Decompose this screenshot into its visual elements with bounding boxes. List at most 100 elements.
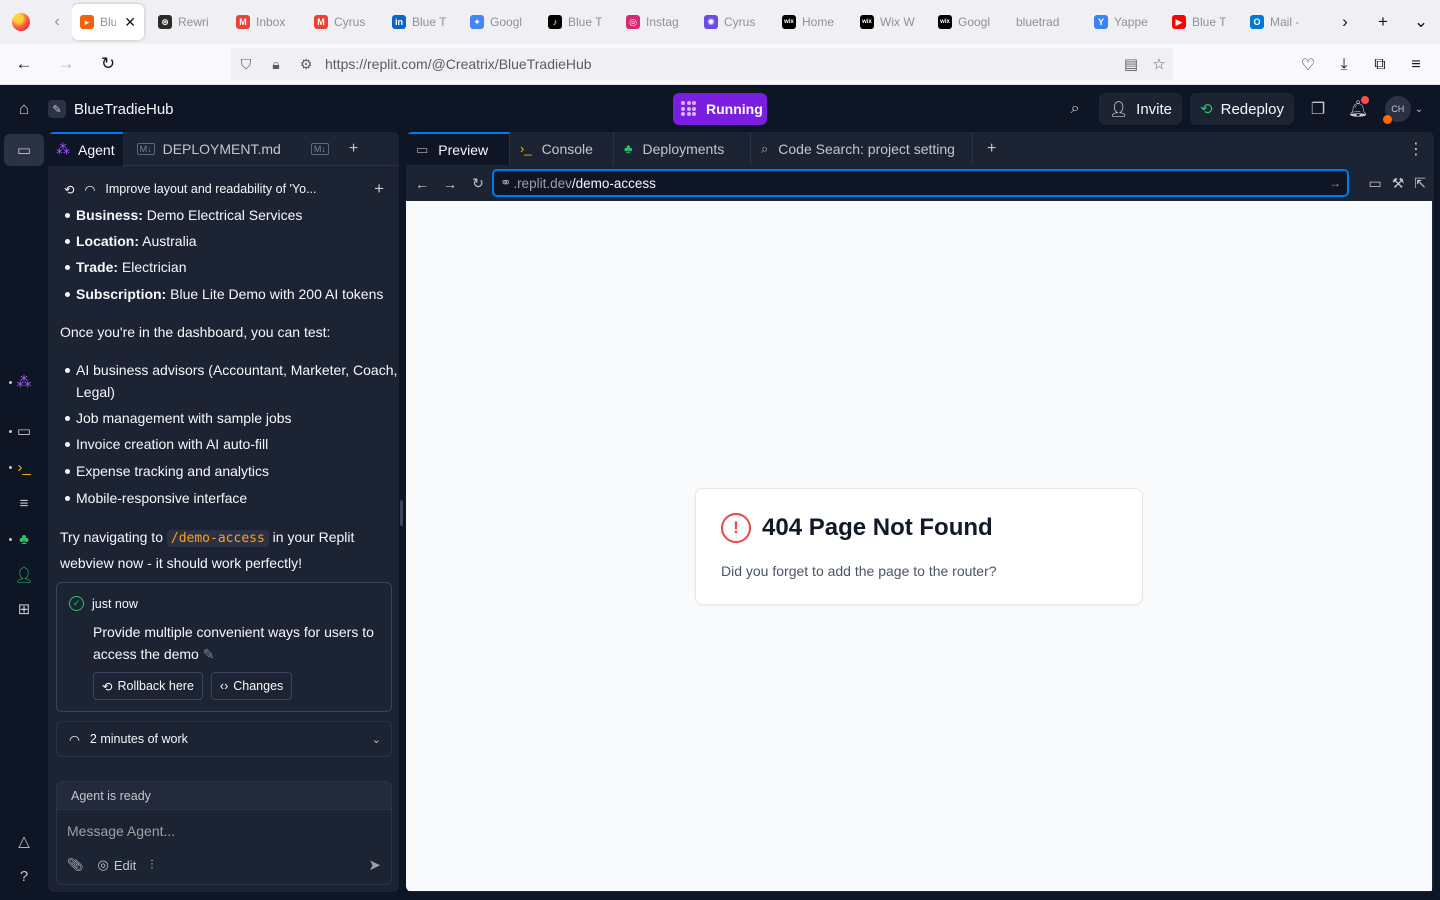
multiplayer-icon[interactable]: ❐: [1302, 93, 1334, 125]
browser-tab[interactable]: M Cyrus: [306, 4, 384, 40]
preview-tool-icon[interactable]: ▭: [0, 419, 48, 443]
browser-tab[interactable]: ⊛ Rewri: [150, 4, 228, 40]
users-tool-icon[interactable]: 👤︎: [0, 563, 48, 587]
markdown-file-icon: M↓: [310, 142, 329, 155]
browser-tab[interactable]: O Mail -: [1242, 4, 1320, 40]
browser-tab[interactable]: ✦ Googl: [462, 4, 540, 40]
list-item: Business: Demo Electrical Services: [48, 204, 399, 226]
pocket-icon[interactable]: ♡: [1290, 55, 1326, 75]
files-panel-icon[interactable]: ▭: [4, 134, 44, 166]
rollback-button[interactable]: ⟲ Rollback here: [93, 672, 203, 700]
tab-code-search[interactable]: ⌕ Code Search: project setting: [751, 132, 973, 165]
browser-tab[interactable]: bluetradie: [1008, 4, 1086, 40]
alerts-icon[interactable]: △: [0, 829, 48, 853]
tab-deployment-md[interactable]: M↓ DEPLOYMENT.md: [123, 132, 289, 166]
reload-icon[interactable]: ↻: [90, 48, 126, 80]
reader-view-icon[interactable]: ▤: [1117, 55, 1145, 73]
browser-tab[interactable]: wix Home: [774, 4, 852, 40]
tracking-protection-icon[interactable]: ⛉: [231, 56, 261, 73]
work-summary[interactable]: ◠ 2 minutes of work ⌄: [56, 721, 392, 757]
project-switcher[interactable]: ✎ BlueTradieHub: [48, 100, 174, 118]
address-bar[interactable]: ⛉ 🔒︎ ⚙ https://replit.com/@Creatrix/Blue…: [231, 48, 1173, 80]
webview-url-field[interactable]: ⚭ .replit.dev/demo-access →: [492, 169, 1349, 197]
address-url[interactable]: https://replit.com/@Creatrix/BlueTradieH…: [325, 56, 1117, 72]
tab-split-menu[interactable]: M↓: [289, 132, 337, 166]
browser-tab-title: Home: [802, 15, 835, 29]
favicon-icon: wix: [938, 15, 952, 29]
browser-tab[interactable]: ◎ Instag: [618, 4, 696, 40]
settings-sliders-icon[interactable]: ⫶: [150, 857, 153, 873]
invite-button[interactable]: 👤︎ Invite: [1099, 93, 1183, 125]
lock-icon[interactable]: 🔒︎: [261, 56, 291, 73]
more-options-icon[interactable]: ⋮: [1408, 139, 1424, 159]
tab-preview[interactable]: ▭ Preview: [406, 132, 510, 165]
notifications-bell-icon[interactable]: 🔔︎: [1342, 93, 1374, 125]
help-icon[interactable]: ?: [0, 864, 48, 888]
chevron-down-icon: ⌄: [371, 733, 381, 746]
browser-tab[interactable]: wix Googl: [930, 4, 1008, 40]
shell-tool-icon[interactable]: ›_: [0, 455, 48, 479]
menu-icon[interactable]: ≡: [1398, 56, 1434, 74]
thread-title[interactable]: Improve layout and readability of 'Yo...: [105, 182, 316, 196]
new-tab-icon[interactable]: +: [1364, 12, 1402, 32]
add-tab-icon[interactable]: +: [973, 140, 1010, 158]
browser-tab[interactable]: wix Wix W: [852, 4, 930, 40]
account-menu[interactable]: CH ⌄: [1382, 93, 1426, 125]
deployments-tool-icon[interactable]: ♣: [0, 527, 48, 551]
tab-scroll-right-icon[interactable]: ›: [1326, 12, 1364, 32]
search-icon[interactable]: ⌕: [1059, 93, 1091, 125]
browser-tab[interactable]: ✺ Cyrus: [696, 4, 774, 40]
tab-agent[interactable]: ⁂ Agent: [48, 132, 123, 166]
bookmark-star-icon[interactable]: ☆: [1145, 55, 1173, 73]
devices-icon[interactable]: ▭: [1368, 175, 1381, 192]
devtools-wrench-icon[interactable]: ⚒: [1392, 175, 1405, 192]
browser-tab[interactable]: ▸ Blu ✕: [72, 4, 144, 40]
all-tools-icon[interactable]: ⊞: [0, 597, 48, 621]
go-arrow-icon[interactable]: →: [1329, 176, 1341, 190]
browser-tab[interactable]: Y Yappe: [1086, 4, 1164, 40]
message-agent-input[interactable]: [67, 820, 379, 842]
browser-tab-title: Inbox: [256, 15, 286, 29]
add-tab-icon[interactable]: +: [337, 140, 370, 158]
redeploy-button[interactable]: ⟲ Redeploy: [1190, 93, 1294, 125]
webview-back-icon[interactable]: ←: [408, 176, 436, 192]
history-icon[interactable]: ⟲: [64, 182, 74, 197]
downloads-icon[interactable]: ⤓: [1326, 56, 1362, 74]
browser-tab[interactable]: ♪ Blue T: [540, 4, 618, 40]
browser-tab-title: Blue T: [412, 15, 447, 29]
message-paragraph: Try navigating to /demo-access in your R…: [60, 529, 355, 571]
target-icon: ◎: [97, 857, 109, 872]
webview-viewport[interactable]: ! 404 Page Not Found Did you forget to a…: [406, 201, 1432, 891]
new-chat-icon[interactable]: +: [374, 179, 384, 199]
open-new-tab-icon[interactable]: ⇱: [1414, 175, 1426, 192]
browser-tab-title: Cyrus: [334, 15, 366, 29]
browser-tab[interactable]: ▶ Blue T: [1164, 4, 1242, 40]
home-icon[interactable]: ⌂: [0, 99, 48, 119]
list-all-tabs-icon[interactable]: ⌄: [1402, 12, 1440, 32]
webview-reload-icon[interactable]: ↻: [464, 175, 492, 192]
tab-deployments[interactable]: ♣ Deployments: [614, 132, 751, 165]
permissions-icon[interactable]: ⚙: [291, 56, 321, 73]
attach-icon[interactable]: 📎︎: [67, 857, 84, 873]
browser-tab[interactable]: in Blue T: [384, 4, 462, 40]
browser-toolbar: ← → ↻ ⛉ 🔒︎ ⚙ https://replit.com/@Creatri…: [0, 44, 1440, 85]
browser-tab-title: Googl: [490, 15, 523, 29]
avatar: CH: [1382, 96, 1411, 124]
run-button[interactable]: Running: [673, 93, 767, 125]
edit-pencil-icon[interactable]: ✎: [203, 646, 215, 662]
browser-tab[interactable]: M Inbox: [228, 4, 306, 40]
back-icon[interactable]: ←: [6, 48, 42, 80]
forward-icon[interactable]: →: [48, 48, 84, 80]
close-tab-icon[interactable]: ✕: [124, 14, 136, 31]
database-tool-icon[interactable]: ≡: [0, 491, 48, 515]
edit-mode-button[interactable]: ◎ Edit: [98, 857, 137, 873]
send-icon[interactable]: ➤: [368, 856, 381, 874]
webview-forward-icon[interactable]: →: [436, 176, 464, 192]
deploy-icon: ⟲: [1200, 101, 1213, 118]
tab-console[interactable]: ›_ Console: [510, 132, 614, 165]
extensions-icon[interactable]: ⧉: [1362, 56, 1398, 74]
changes-button[interactable]: ‹› Changes: [210, 672, 293, 700]
agent-tool-icon[interactable]: ⁂: [0, 370, 48, 394]
tab-scroll-left-icon[interactable]: ‹: [42, 0, 72, 44]
pane-resize-handle[interactable]: [400, 500, 403, 526]
